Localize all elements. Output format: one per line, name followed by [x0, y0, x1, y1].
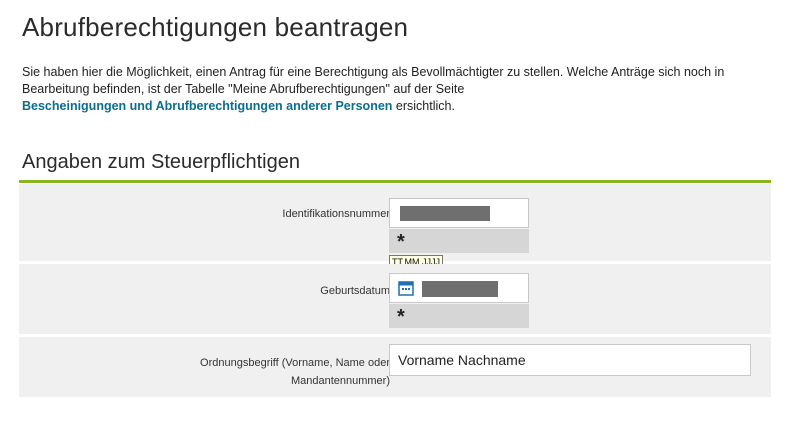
- birthdate-label: Geburtsdatum: [320, 285, 390, 297]
- calendar-icon[interactable]: [398, 280, 414, 296]
- intro-text-end: ersichtlich.: [392, 99, 455, 113]
- order-label-line2: Mandantennummer): [290, 375, 390, 387]
- redacted-value: [400, 206, 490, 221]
- birthdate-field[interactable]: [389, 273, 529, 303]
- intro-paragraph: Sie haben hier die Möglichkeit, einen An…: [22, 64, 752, 115]
- required-marker: *: [389, 229, 529, 253]
- required-marker: *: [389, 304, 529, 328]
- order-label-line1: Ordnungsbegriff (Vorname, Name oder: [200, 357, 390, 369]
- page-title: Abrufberechtigungen beantragen: [22, 12, 409, 42]
- section-divider: [19, 180, 771, 183]
- order-label: Ordnungsbegriff (Vorname, Name oder Mand…: [200, 354, 390, 390]
- id-number-field[interactable]: [389, 198, 529, 228]
- redacted-value: [422, 281, 498, 297]
- order-term-input[interactable]: [389, 344, 751, 376]
- intro-text: Sie haben hier die Möglichkeit, einen An…: [22, 65, 725, 96]
- section-title: Angaben zum Steuerpflichtigen: [22, 151, 300, 173]
- certificates-link[interactable]: Bescheinigungen und Abrufberechtigungen …: [22, 99, 392, 113]
- id-label: Identifikationsnummer: [282, 208, 390, 220]
